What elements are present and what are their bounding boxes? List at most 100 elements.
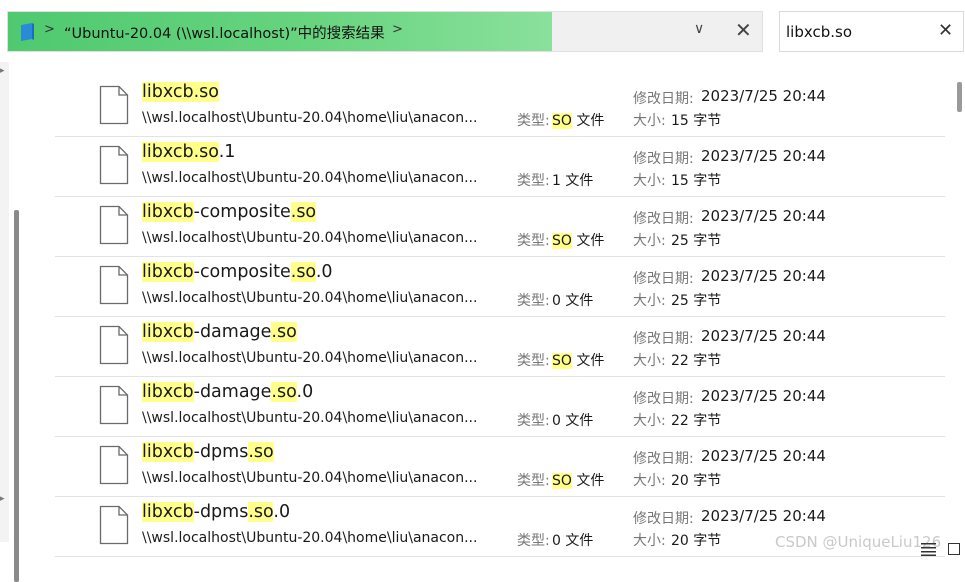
file-type: 0 文件 xyxy=(552,410,593,430)
size-label: 大小: xyxy=(633,353,666,369)
address-history-dropdown-button[interactable]: ∨ xyxy=(694,21,704,37)
modified-date: 2023/7/25 20:44 xyxy=(701,327,826,345)
date-label: 修改日期: xyxy=(633,391,694,407)
match-highlight: .so xyxy=(248,442,274,462)
address-close-button[interactable]: ✕ xyxy=(735,18,752,42)
modified-date: 2023/7/25 20:44 xyxy=(701,387,826,405)
file-path: \\wsl.localhost\Ubuntu-20.04\home\liu\an… xyxy=(142,290,478,306)
file-size: 20 字节 xyxy=(671,533,722,549)
modified-date: 2023/7/25 20:44 xyxy=(701,147,826,165)
match-highlight: libxcb xyxy=(142,442,194,462)
file-path: \\wsl.localhost\Ubuntu-20.04\home\liu\an… xyxy=(142,350,478,366)
file-icon xyxy=(99,325,129,365)
date-label: 修改日期: xyxy=(633,91,694,107)
file-size: 15 字节 xyxy=(671,173,722,189)
file-path: \\wsl.localhost\Ubuntu-20.04\home\liu\an… xyxy=(142,110,478,126)
file-type: 0 文件 xyxy=(552,290,593,310)
size-label: 大小: xyxy=(633,233,666,249)
search-input[interactable]: libxcb.so xyxy=(786,23,852,41)
file-icon xyxy=(99,445,129,485)
details-view-icon[interactable] xyxy=(921,542,936,556)
size-label: 大小: xyxy=(633,293,666,309)
name-segment: .0 xyxy=(315,262,333,282)
tiles-view-icon[interactable] xyxy=(948,543,960,555)
result-row[interactable]: libxcb-composite.so.0 \\wsl.localhost\Ubu… xyxy=(55,257,945,317)
search-clear-button[interactable]: ✕ xyxy=(938,20,953,41)
top-bar: > “Ubuntu-20.04 (\\wsl.localhost)”中的搜索结果… xyxy=(0,0,965,62)
file-path: \\wsl.localhost\Ubuntu-20.04\home\liu\an… xyxy=(142,410,478,426)
type-segment: 文件 xyxy=(571,473,605,489)
type-label: 类型: xyxy=(517,413,550,429)
address-bar[interactable]: > “Ubuntu-20.04 (\\wsl.localhost)”中的搜索结果… xyxy=(7,11,763,52)
file-path: \\wsl.localhost\Ubuntu-20.04\home\liu\an… xyxy=(142,230,478,246)
file-name[interactable]: libxcb.so xyxy=(142,82,219,102)
match-highlight: libxcb xyxy=(142,382,194,402)
file-name[interactable]: libxcb-dpms.so xyxy=(142,442,274,462)
name-segment: .0 xyxy=(296,382,314,402)
type-label: 类型: xyxy=(517,113,550,129)
file-icon xyxy=(99,145,129,185)
date-label: 修改日期: xyxy=(633,271,694,287)
breadcrumb-search-results[interactable]: “Ubuntu-20.04 (\\wsl.localhost)”中的搜索结果 xyxy=(64,22,385,43)
file-name[interactable]: libxcb-composite.so.0 xyxy=(142,262,333,282)
match-highlight: .so xyxy=(271,382,297,402)
match-highlight: libxcb xyxy=(142,202,194,222)
file-path: \\wsl.localhost\Ubuntu-20.04\home\liu\an… xyxy=(142,170,478,186)
type-label: 类型: xyxy=(517,293,550,309)
file-size: 25 字节 xyxy=(671,293,722,309)
breadcrumb-separator[interactable]: > xyxy=(44,22,55,37)
size-label: 大小: xyxy=(633,113,666,129)
search-box[interactable]: libxcb.so ✕ xyxy=(779,11,964,52)
file-name[interactable]: libxcb-damage.so.0 xyxy=(142,382,313,402)
result-row[interactable]: libxcb.so \\wsl.localhost\Ubuntu-20.04\ho… xyxy=(55,77,945,137)
result-row[interactable]: libxcb-dpms.so \\wsl.localhost\Ubuntu-20.… xyxy=(55,437,945,497)
date-label: 修改日期: xyxy=(633,511,694,527)
file-path: \\wsl.localhost\Ubuntu-20.04\home\liu\an… xyxy=(142,470,478,486)
file-icon xyxy=(99,265,129,305)
file-type: SO 文件 xyxy=(552,110,604,130)
name-segment: -damage xyxy=(193,382,272,402)
type-segment: 文件 xyxy=(571,353,605,369)
modified-date: 2023/7/25 20:44 xyxy=(701,87,826,105)
scroll-up-arrow[interactable]: ▸ xyxy=(0,66,5,76)
type-segment: 0 文件 xyxy=(552,533,594,549)
file-name[interactable]: libxcb-damage.so xyxy=(142,322,297,342)
file-name[interactable]: libxcb-composite.so xyxy=(142,202,317,222)
modified-date: 2023/7/25 20:44 xyxy=(701,267,826,285)
name-segment: -dpms xyxy=(193,442,249,462)
type-segment: 0 文件 xyxy=(552,293,594,309)
file-size: 22 字节 xyxy=(671,353,722,369)
navigation-scrollbar[interactable] xyxy=(14,210,19,582)
breadcrumb-separator[interactable]: > xyxy=(392,22,403,37)
date-label: 修改日期: xyxy=(633,451,694,467)
type-label: 类型: xyxy=(517,533,550,549)
file-name[interactable]: libxcb-dpms.so.0 xyxy=(142,502,290,522)
result-row[interactable]: libxcb-damage.so.0 \\wsl.localhost\Ubuntu… xyxy=(55,377,945,437)
file-icon xyxy=(99,205,129,245)
file-type: 1 文件 xyxy=(552,170,593,190)
results-scrollbar[interactable] xyxy=(957,82,962,112)
file-size: 22 字节 xyxy=(671,413,722,429)
type-label: 类型: xyxy=(517,353,550,369)
navigation-pane-edge xyxy=(0,62,9,542)
file-type: 0 文件 xyxy=(552,530,593,550)
file-name[interactable]: libxcb.so.1 xyxy=(142,142,235,162)
result-row[interactable]: libxcb-composite.so \\wsl.localhost\Ubunt… xyxy=(55,197,945,257)
size-label: 大小: xyxy=(633,473,666,489)
modified-date: 2023/7/25 20:44 xyxy=(701,507,826,525)
file-type: SO 文件 xyxy=(552,230,604,250)
size-label: 大小: xyxy=(633,413,666,429)
file-size: 25 字节 xyxy=(671,233,722,249)
match-highlight: SO xyxy=(552,473,572,489)
match-highlight: libxcb xyxy=(142,322,194,342)
match-highlight: libxcb xyxy=(142,262,194,282)
result-row[interactable]: libxcb.so.1 \\wsl.localhost\Ubuntu-20.04\… xyxy=(55,137,945,197)
scroll-arrow[interactable]: ▸ xyxy=(0,494,5,504)
modified-date: 2023/7/25 20:44 xyxy=(701,207,826,225)
file-size: 15 字节 xyxy=(671,113,722,129)
type-label: 类型: xyxy=(517,473,550,489)
match-highlight: SO xyxy=(552,353,572,369)
size-label: 大小: xyxy=(633,173,666,189)
result-row[interactable]: libxcb-damage.so \\wsl.localhost\Ubuntu-2… xyxy=(55,317,945,377)
match-highlight: SO xyxy=(552,113,572,129)
